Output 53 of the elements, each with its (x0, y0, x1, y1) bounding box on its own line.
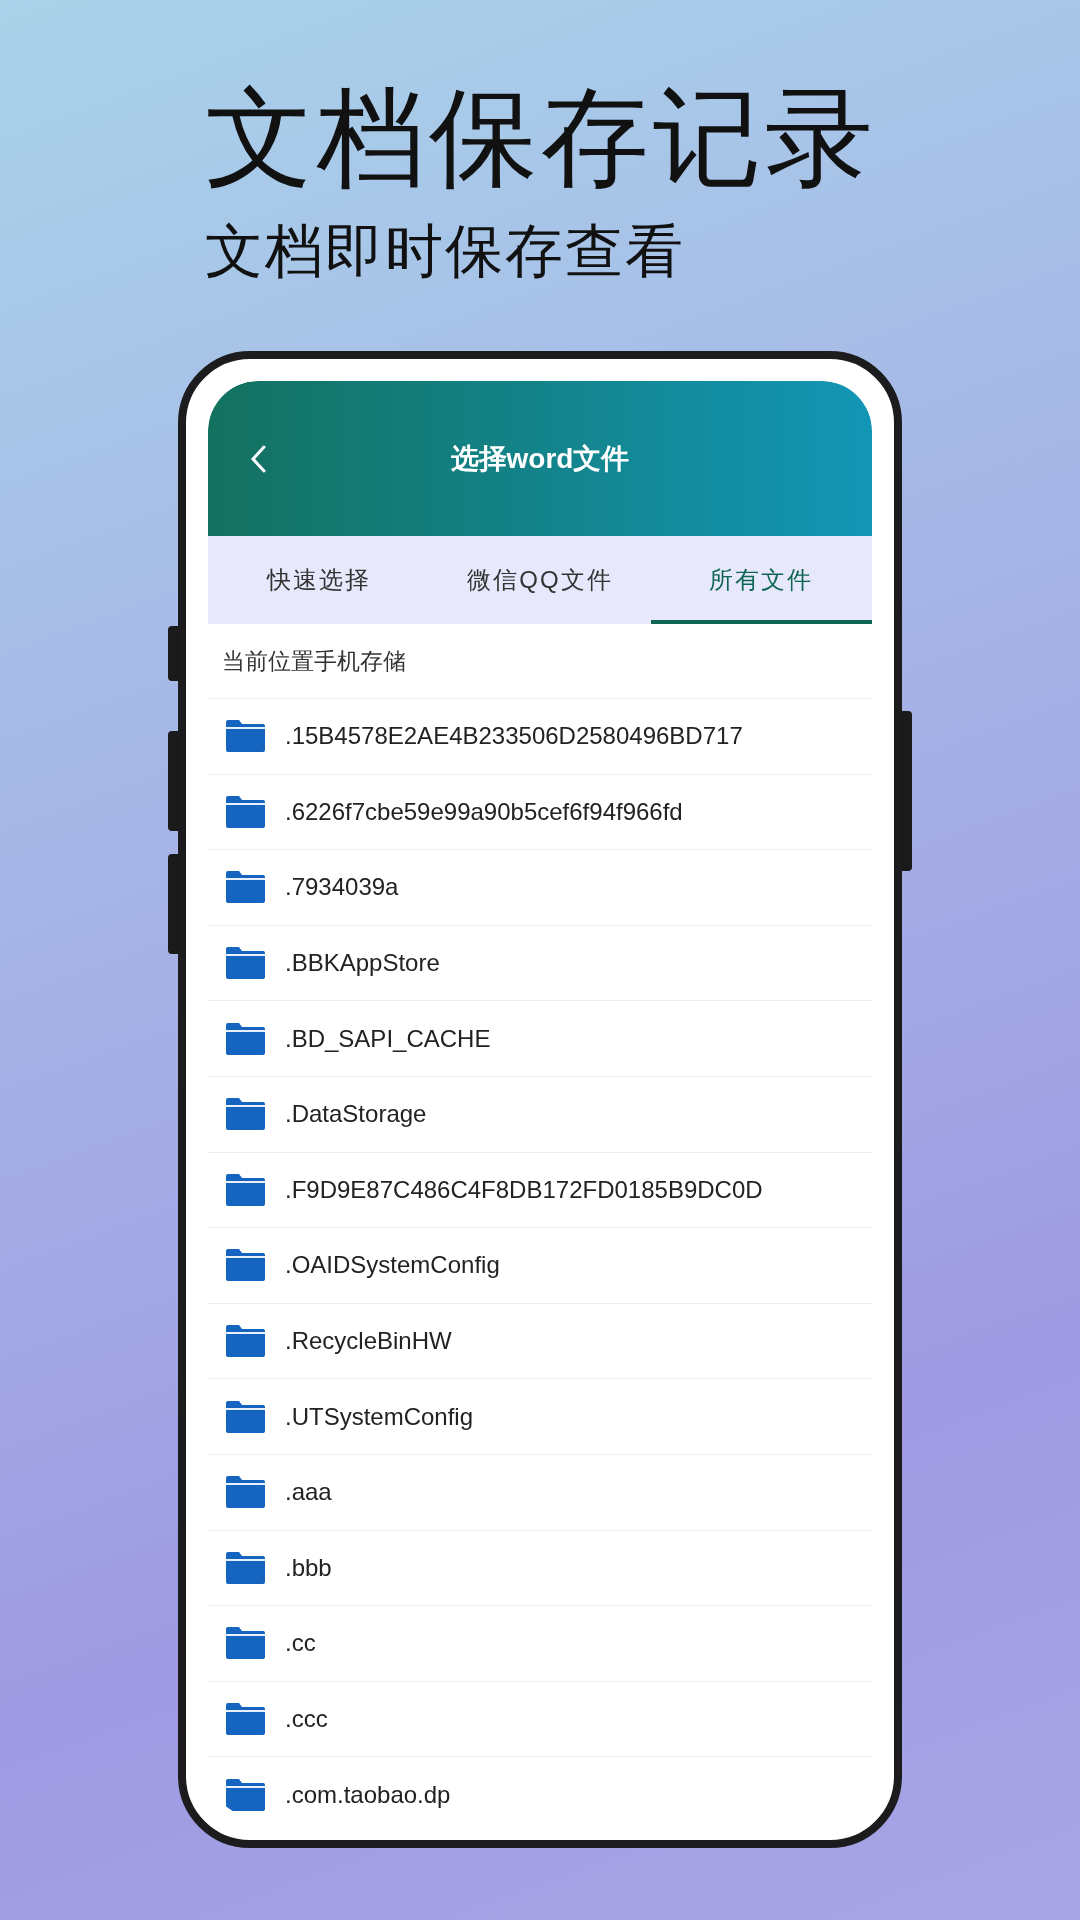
folder-row[interactable]: .UTSystemConfig (208, 1379, 872, 1455)
folder-name: .com.taobao.dp (285, 1779, 451, 1810)
headline: 文档保存记录 (205, 78, 877, 198)
folder-name: .15B4578E2AE4B233506D2580496BD717 (285, 721, 743, 752)
folder-name: .OAIDSystemConfig (285, 1250, 500, 1281)
folder-row[interactable]: .BBKAppStore (208, 925, 872, 1002)
folder-row[interactable]: .RecycleBinHW (208, 1303, 872, 1380)
folder-icon (225, 947, 265, 980)
location-label: 当前位置手机存储 (222, 646, 406, 676)
folder-row[interactable]: .aaa (208, 1454, 872, 1531)
folder-name: .bbb (285, 1552, 332, 1583)
folder-name: .aaa (285, 1477, 332, 1508)
folder-row[interactable]: .bbb (208, 1530, 872, 1607)
folder-icon (225, 1400, 265, 1433)
folder-row[interactable]: .DataStorage (208, 1076, 872, 1153)
subheadline: 文档即时保存查看 (205, 216, 685, 286)
folder-name: .RecycleBinHW (285, 1326, 452, 1357)
folder-icon (225, 720, 265, 753)
folder-name: .6226f7cbe59e99a90b5cef6f94f966fd (285, 796, 683, 827)
tab[interactable]: 微信QQ文件 (429, 536, 651, 624)
folder-row[interactable]: .OAIDSystemConfig (208, 1228, 872, 1304)
screen-title: 选择word文件 (450, 441, 630, 476)
folder-icon (225, 1173, 265, 1206)
folder-icon (225, 1778, 265, 1811)
folder-row[interactable]: .ccc (208, 1681, 872, 1758)
folder-icon (225, 1627, 265, 1660)
folder-row[interactable]: .cc (208, 1606, 872, 1682)
folder-icon (225, 871, 265, 904)
folder-icon (225, 1098, 265, 1131)
folder-icon (225, 1703, 265, 1735)
back-icon (250, 444, 266, 473)
folder-icon (225, 1249, 265, 1282)
folder-name: .BD_SAPI_CACHE (285, 1023, 491, 1054)
folder-icon (225, 1476, 265, 1509)
folder-name: .BBKAppStore (285, 948, 440, 979)
folder-icon (225, 795, 265, 828)
folder-name: .DataStorage (285, 1099, 427, 1130)
folder-name: .F9D9E87C486C4F8DB172FD0185B9DC0D (285, 1174, 763, 1205)
folder-row[interactable]: .F9D9E87C486C4F8DB172FD0185B9DC0D (208, 1152, 872, 1229)
folder-icon (225, 1325, 265, 1358)
folder-name: .cc (285, 1628, 316, 1659)
folder-row[interactable]: .6226f7cbe59e99a90b5cef6f94f966fd (208, 774, 872, 851)
folder-row[interactable]: .7934039a (208, 850, 872, 926)
folder-icon (225, 1022, 265, 1055)
folder-name: .UTSystemConfig (285, 1401, 474, 1432)
folder-name: .7934039a (285, 872, 399, 903)
folder-row[interactable]: .BD_SAPI_CACHE (208, 1001, 872, 1077)
folder-row[interactable]: .15B4578E2AE4B233506D2580496BD717 (208, 699, 872, 775)
tab[interactable]: 快速选择 (208, 536, 430, 624)
tab[interactable]: 所有文件 (650, 536, 872, 624)
folder-name: .ccc (285, 1704, 328, 1734)
folder-row[interactable]: .com.taobao.dp (208, 1757, 872, 1818)
folder-icon (225, 1551, 265, 1584)
